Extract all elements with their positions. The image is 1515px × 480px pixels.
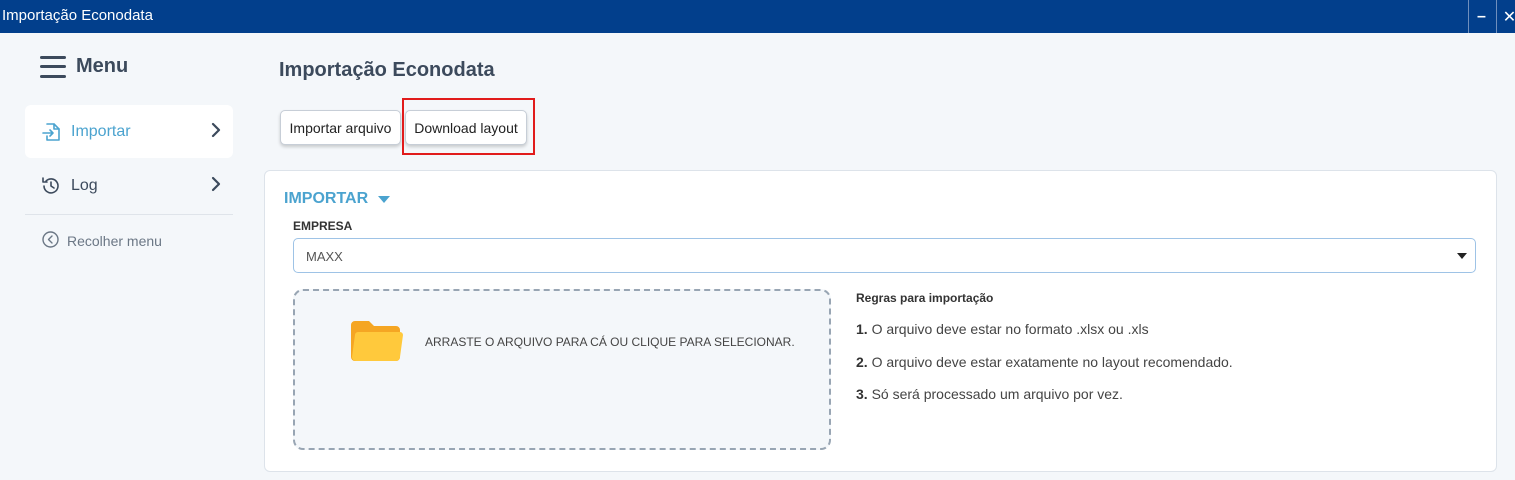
- file-import-icon: [40, 121, 62, 143]
- minimize-icon: –: [1477, 7, 1486, 25]
- sidebar-divider: [25, 214, 233, 215]
- company-label: EMPRESA: [293, 219, 353, 233]
- window-titlebar: Importação Econodata – ✕: [0, 0, 1515, 33]
- collapse-menu-link[interactable]: Recolher menu: [42, 231, 162, 251]
- minimize-button[interactable]: –: [1468, 0, 1494, 33]
- chevron-right-icon: [211, 176, 221, 197]
- close-icon: ✕: [1502, 8, 1515, 26]
- rules-title: Regras para importação: [856, 291, 994, 305]
- import-file-button[interactable]: Importar arquivo: [280, 110, 401, 145]
- dropzone-text: ARRASTE O ARQUIVO PARA CÁ OU CLIQUE PARA…: [425, 335, 795, 349]
- import-card: IMPORTAR EMPRESA MAXX ARRASTE O ARQUIVO …: [264, 170, 1497, 472]
- sidebar-item-log[interactable]: Log: [25, 159, 233, 212]
- sidebar-item-label: Importar: [71, 122, 131, 140]
- chevron-left-circle-icon: [42, 231, 59, 251]
- section-title: IMPORTAR: [284, 190, 369, 207]
- page-title: Importação Econodata: [279, 59, 495, 81]
- rule-item: 2. O arquivo deve estar exatamente no la…: [856, 354, 1233, 370]
- caret-down-icon: [378, 195, 391, 203]
- chevron-right-icon: [211, 122, 221, 143]
- company-select[interactable]: MAXX: [293, 238, 1476, 273]
- rule-text: Só será processado um arquivo por vez.: [871, 386, 1123, 402]
- company-select-value: MAXX: [306, 249, 343, 264]
- collapse-menu-label: Recolher menu: [67, 233, 162, 249]
- sidebar-item-importar[interactable]: Importar: [25, 105, 233, 158]
- rule-number: 3.: [856, 386, 868, 402]
- hamburger-icon: [40, 55, 66, 78]
- dropdown-arrow-icon: [1457, 253, 1467, 259]
- folder-icon: [349, 319, 405, 368]
- close-button[interactable]: ✕: [1496, 0, 1515, 33]
- menu-label: Menu: [76, 55, 129, 77]
- file-dropzone[interactable]: ARRASTE O ARQUIVO PARA CÁ OU CLIQUE PARA…: [293, 289, 831, 450]
- rule-text: O arquivo deve estar exatamente no layou…: [871, 354, 1233, 370]
- sidebar: Menu Importar Log Recolher menu: [0, 33, 250, 480]
- menu-header[interactable]: Menu: [40, 55, 128, 78]
- highlight-box: [402, 98, 535, 155]
- rule-text: O arquivo deve estar no formato .xlsx ou…: [871, 321, 1149, 337]
- window-title: Importação Econodata: [2, 7, 153, 24]
- rule-item: 1. O arquivo deve estar no formato .xlsx…: [856, 321, 1149, 337]
- rule-number: 2.: [856, 354, 868, 370]
- section-toggle[interactable]: IMPORTAR: [284, 190, 391, 208]
- rule-number: 1.: [856, 321, 868, 337]
- sidebar-item-label: Log: [71, 176, 98, 194]
- rule-item: 3. Só será processado um arquivo por vez…: [856, 386, 1123, 402]
- import-rules: Regras para importação 1. O arquivo deve…: [856, 291, 1233, 402]
- history-icon: [40, 175, 62, 197]
